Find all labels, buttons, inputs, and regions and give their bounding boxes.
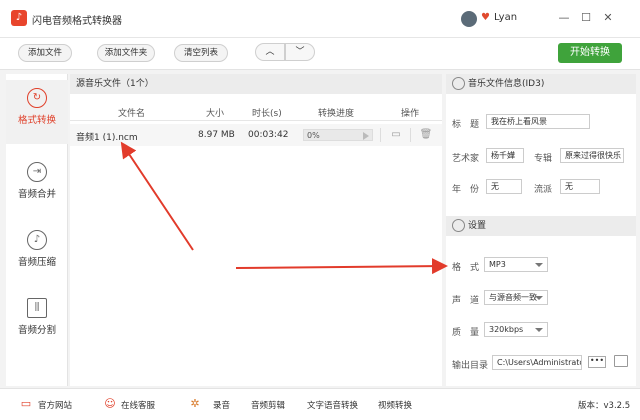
id3-header-label: 音乐文件信息(ID3): [468, 79, 545, 89]
format-select[interactable]: MP3: [484, 257, 548, 272]
monitor-icon: ▭: [20, 397, 32, 410]
file-name: 音频1 (1).ncm: [76, 133, 138, 143]
website-link[interactable]: 官方网站: [38, 399, 72, 411]
app-title: 闪电音频格式转换器: [32, 16, 122, 27]
folder-icon[interactable]: ▭: [389, 129, 403, 141]
trash-icon[interactable]: 🗑: [419, 129, 433, 141]
tools-icon: ✲: [190, 397, 200, 410]
genre-field[interactable]: 无: [560, 179, 600, 194]
gear-icon: [452, 219, 465, 232]
table-row[interactable]: 音频1 (1).ncm 8.97 MB 00:03:42 0% ▭ 🗑: [70, 124, 442, 146]
music-note-icon: ♪: [11, 10, 27, 26]
file-list-header: 源音乐文件（1个）: [70, 74, 442, 94]
avatar[interactable]: [461, 11, 477, 27]
album-label: 专辑: [534, 154, 553, 164]
chevron-down-icon: [535, 328, 543, 332]
move-down-button[interactable]: ﹀: [285, 43, 315, 61]
quality-value: 320kbps: [489, 325, 524, 334]
column-action: 操作: [401, 109, 420, 119]
tts-link[interactable]: 文字语音转换: [307, 399, 358, 411]
output-label: 输出目录: [452, 361, 489, 371]
year-field[interactable]: 无: [486, 179, 522, 194]
vip-badge-icon: ♥: [481, 12, 490, 23]
channel-value: 与源音频一致: [489, 293, 537, 302]
title-field[interactable]: 我在桥上看风景: [486, 114, 590, 129]
quality-select[interactable]: 320kbps: [484, 322, 548, 337]
sidebar-item-label: 音频合并: [17, 189, 56, 200]
maximize-icon[interactable]: ☐: [578, 10, 594, 26]
move-up-button[interactable]: ︿: [255, 43, 285, 61]
title-bar: ♪ 闪电音频格式转换器 ♥ Lyan — ☐ ✕: [0, 0, 640, 38]
id3-header: 音乐文件信息(ID3): [446, 74, 636, 94]
file-list-panel: 源音乐文件（1个） 文件名 大小 时长(s) 转换进度 操作 音频1 (1).n…: [70, 74, 442, 386]
header-divider: [70, 120, 442, 121]
refresh-icon: ↻: [27, 88, 47, 108]
merge-icon: ⇥: [27, 162, 47, 182]
right-panel: 音乐文件信息(ID3) 标 题 我在桥上看风景 艺术家 杨千嬅 专辑 原来过得很…: [446, 74, 636, 386]
sidebar-item-label: 格式转换: [17, 115, 56, 126]
genre-label: 流派: [534, 185, 553, 195]
sidebar-item-format-convert[interactable]: ↻ 格式转换: [6, 80, 68, 144]
add-file-button[interactable]: 添加文件: [18, 44, 72, 62]
artist-field[interactable]: 杨千嬅: [486, 148, 524, 163]
compress-icon: ♪: [27, 230, 47, 250]
title-label: 标 题: [452, 120, 480, 130]
divider: [380, 128, 381, 142]
quality-label: 质 量: [452, 328, 480, 338]
sidebar-item-audio-split[interactable]: ⫼ 音频分割: [6, 290, 68, 354]
clear-list-button[interactable]: 清空列表: [174, 44, 228, 62]
year-label: 年 份: [452, 185, 480, 195]
add-folder-button[interactable]: 添加文件夹: [97, 44, 155, 62]
username[interactable]: Lyan: [494, 12, 517, 23]
service-link[interactable]: 在线客服: [121, 399, 155, 411]
split-icon: ⫼: [27, 298, 47, 318]
sidebar-item-audio-compress[interactable]: ♪ 音频压缩: [6, 222, 68, 286]
output-path-field[interactable]: C:\Users\Administrator: [492, 355, 582, 370]
sidebar: ↻ 格式转换 ⇥ 音频合并 ♪ 音频压缩 ⫼ 音频分割: [6, 74, 68, 386]
record-link[interactable]: 录音: [213, 399, 230, 411]
headphones-icon: [452, 77, 465, 90]
open-folder-icon[interactable]: [614, 355, 628, 367]
file-duration: 00:03:42: [248, 130, 289, 140]
close-icon[interactable]: ✕: [600, 10, 616, 26]
chevron-down-icon: [535, 296, 543, 300]
version-label: 版本：v3.2.5: [578, 401, 631, 411]
sidebar-item-label: 音频分割: [17, 325, 56, 336]
settings-header: 设置: [446, 216, 636, 236]
progress-text: 0%: [307, 131, 320, 140]
minimize-icon[interactable]: —: [556, 10, 572, 26]
format-value: MP3: [489, 260, 506, 269]
browse-more-button[interactable]: •••: [588, 356, 606, 368]
format-label: 格 式: [452, 263, 480, 273]
play-icon[interactable]: [363, 132, 369, 140]
column-name: 文件名: [118, 109, 146, 119]
chevron-down-icon: [535, 263, 543, 267]
progress-bar: 0%: [303, 129, 373, 141]
video-convert-link[interactable]: 视频转换: [378, 399, 412, 411]
sidebar-item-audio-merge[interactable]: ⇥ 音频合并: [6, 154, 68, 218]
start-convert-button[interactable]: 开始转换: [558, 43, 622, 63]
toolbar: 添加文件 添加文件夹 清空列表 ︿ ﹀ 开始转换: [0, 38, 640, 70]
sidebar-item-label: 音频压缩: [17, 257, 56, 268]
column-progress: 转换进度: [318, 109, 355, 119]
channel-label: 声 道: [452, 296, 480, 306]
file-size: 8.97 MB: [198, 130, 235, 140]
settings-header-label: 设置: [468, 221, 487, 231]
album-field[interactable]: 原来过得很快乐: [560, 148, 624, 163]
divider: [410, 128, 411, 142]
channel-select[interactable]: 与源音频一致: [484, 290, 548, 305]
column-duration: 时长(s): [252, 109, 282, 119]
support-icon: ☺: [104, 397, 116, 410]
audio-edit-link[interactable]: 音频剪辑: [251, 399, 285, 411]
column-size: 大小: [206, 109, 225, 119]
footer: ▭ 官方网站 ☺ 在线客服 ✲ 录音 音频剪辑 文字语音转换 视频转换 版本：v…: [0, 388, 640, 420]
artist-label: 艺术家: [452, 154, 480, 164]
